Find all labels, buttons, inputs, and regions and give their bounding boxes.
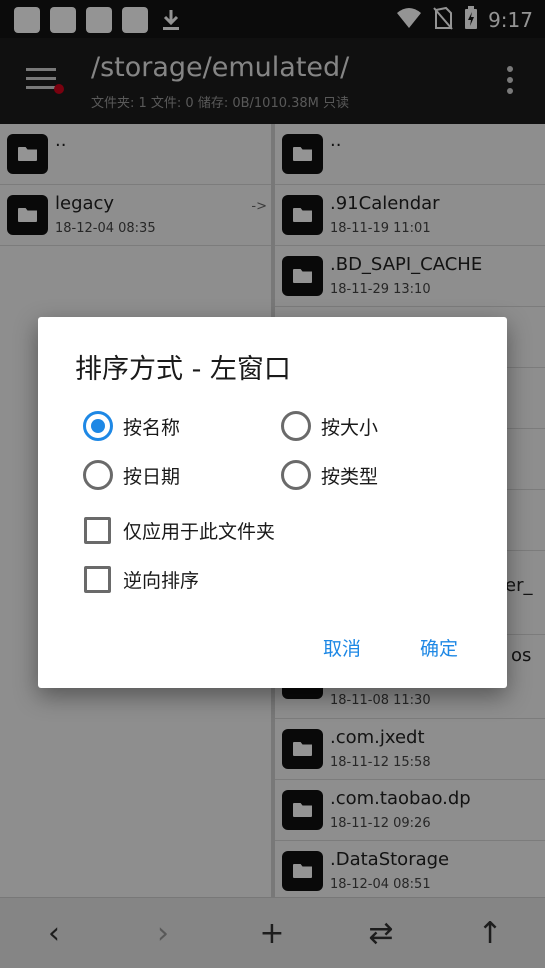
radio-label: 按大小 <box>321 416 379 439</box>
radio-label: 按名称 <box>123 416 181 439</box>
sort-dialog: 排序方式 - 左窗口 按名称 按大小 按日期 按类型 仅应用于此文件夹 逆向排序… <box>38 317 507 688</box>
dialog-title: 排序方式 - 左窗口 <box>75 354 291 385</box>
radio-unselected-icon <box>83 460 113 490</box>
radio-sort-type[interactable]: 按类型 <box>281 460 378 490</box>
checkbox-label: 逆向排序 <box>123 570 200 592</box>
checkbox-unchecked-icon <box>84 517 111 544</box>
radio-label: 按类型 <box>321 465 379 488</box>
radio-sort-date[interactable]: 按日期 <box>83 460 180 490</box>
checkbox-reverse-sort[interactable]: 逆向排序 <box>84 566 199 593</box>
radio-unselected-icon <box>281 411 311 441</box>
checkbox-this-folder-only[interactable]: 仅应用于此文件夹 <box>84 517 275 544</box>
radio-selected-icon <box>83 411 113 441</box>
checkbox-unchecked-icon <box>84 566 111 593</box>
ok-button[interactable]: 确定 <box>420 634 458 661</box>
radio-label: 按日期 <box>123 465 181 488</box>
checkbox-label: 仅应用于此文件夹 <box>123 521 276 543</box>
cancel-button[interactable]: 取消 <box>323 634 361 661</box>
radio-unselected-icon <box>281 460 311 490</box>
radio-sort-name[interactable]: 按名称 <box>83 411 180 441</box>
radio-sort-size[interactable]: 按大小 <box>281 411 378 441</box>
